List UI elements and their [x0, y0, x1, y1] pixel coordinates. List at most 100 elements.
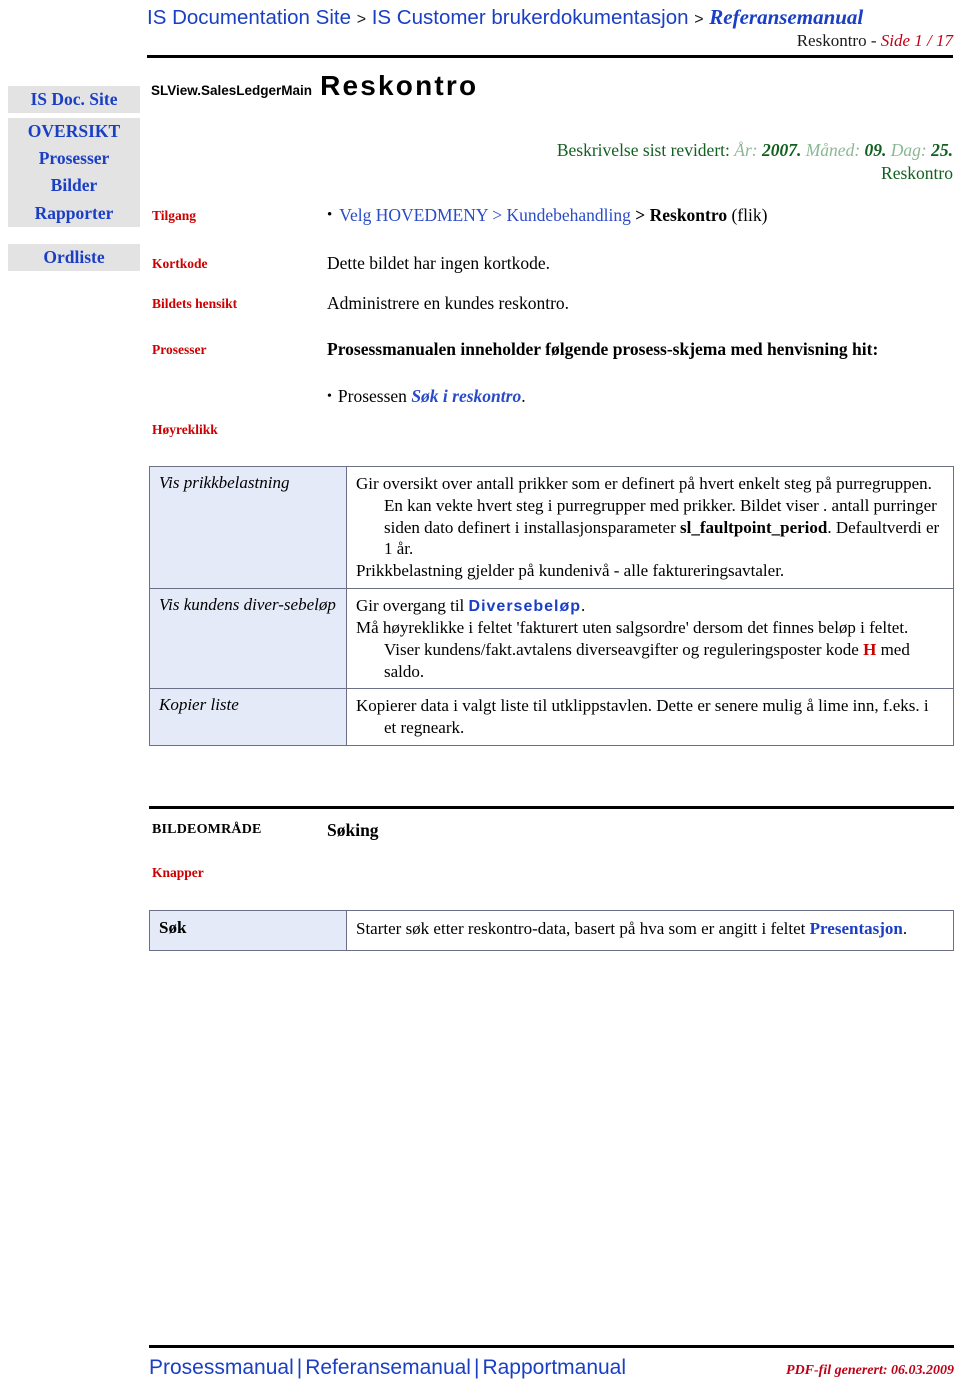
prosesser-item-suffix: . [521, 385, 526, 406]
divers-line2a: Må høyreklikke i feltet 'fakturert uten … [356, 618, 909, 659]
sidebar-item-ordliste[interactable]: Ordliste [8, 243, 140, 271]
tilgang-menu-path[interactable]: Velg HOVEDMENY > Kundebehandling [339, 205, 635, 225]
sidebar-item-rapporter[interactable]: Rapporter [8, 199, 140, 227]
page-title: SLView.SalesLedgerMain Reskontro [151, 70, 478, 102]
info-label-kortkode: Kortkode [152, 256, 208, 271]
tilgang-gt: > [635, 205, 650, 225]
info-label-tilgang: Tilgang [152, 208, 197, 223]
footer-separator-2: | [473, 1356, 480, 1379]
hoyreklikk-table: Vis prikkbelastning Gir oversikt over an… [149, 466, 954, 746]
breadcrumb-item-customer-doc[interactable]: IS Customer brukerdokumentasjon [372, 6, 689, 29]
revision-line: Beskrivelse sist revidert: År: 2007. Mån… [330, 140, 953, 161]
breadcrumb-separator: > [356, 11, 367, 28]
section-divider [149, 806, 954, 809]
breadcrumb: IS Documentation Site > IS Customer bruk… [147, 5, 953, 30]
table-row: Søk Starter søk etter reskontro-data, ba… [149, 909, 954, 952]
knapper-table: Søk Starter søk etter reskontro-data, ba… [149, 909, 954, 952]
info-label-prosesser: Prosesser [152, 342, 207, 357]
footer-divider [149, 1345, 954, 1348]
button-desc-sok: Starter søk etter reskontro-data, basert… [346, 909, 954, 952]
sok-desc-link[interactable]: Presentasjon [810, 919, 903, 938]
sidebar-item-bilder[interactable]: Bilder [8, 172, 140, 200]
sok-desc-paragraph: Starter søk etter reskontro-data, basert… [356, 918, 944, 940]
revision-month-label: Måned: [805, 140, 861, 160]
info-label-bildets-hensikt: Bildets hensikt [152, 296, 238, 311]
bullet-icon-2: • [327, 388, 332, 404]
hoyreklikk-row-desc-prikkbelastning: Gir oversikt over antall prikker som er … [346, 466, 954, 589]
footer-links: Prosessmanual | Referansemanual | Rapportman… [149, 1356, 626, 1380]
table-row: Kopier liste Kopierer data i valgt liste… [149, 688, 954, 746]
info-row-tilgang: Tilgang • Velg HOVEDMENY > Kundebehandlin… [152, 205, 952, 253]
footer-link-referansemanual[interactable]: Referansemanual [305, 1356, 471, 1379]
breadcrumb-separator-2: > [694, 11, 704, 28]
header-page-number: Side 1 / 17 [880, 30, 953, 50]
footer-link-rapportmanual[interactable]: Rapportmanual [482, 1356, 626, 1379]
button-name-sok[interactable]: Søk [149, 909, 347, 952]
prosesser-heading: Prosessmanualen inneholder følgende pros… [327, 339, 879, 359]
hoyreklikk-row-name-diversebelop: Vis kundens diver-sebeløp [149, 587, 347, 690]
footer-pdf-note: PDF-fil generert: 06.03.2009 [786, 1363, 954, 1378]
info-label-hoyreklikk: Høyreklikk [152, 422, 218, 437]
divers-line2: Må høyreklikke i feltet 'fakturert uten … [356, 617, 944, 682]
bullet-icon: • [327, 207, 333, 223]
info-section: Tilgang • Velg HOVEDMENY > Kundebehandlin… [152, 205, 952, 408]
bildeomrade-value: Søking [327, 820, 379, 840]
prikk-desc-line2: Prikkbelastning gjelder på kundenivå - a… [356, 561, 785, 580]
info-value-bildets-hensikt: Administrere en kundes reskontro. [327, 293, 570, 313]
sidebar-item-prosesser[interactable]: Prosesser [8, 145, 140, 173]
hoyreklikk-row-name-kopier-liste: Kopier liste [149, 688, 347, 746]
page-title-code: SLView.SalesLedgerMain [151, 83, 313, 98]
info-value-prosesser: Prosessmanualen inneholder følgende pros… [327, 339, 952, 408]
prosesser-item-prefix: Prosessen [337, 385, 412, 406]
divers-code-h: H [863, 639, 877, 659]
breadcrumb-item-referansemanual[interactable]: Referansemanual [709, 5, 863, 29]
table-row: Vis kundens diver-sebeløp Gir overgang t… [149, 587, 954, 690]
prikk-desc-paragraph: Gir oversikt over antall prikker som er … [356, 473, 944, 560]
info-row-kortkode: Kortkode Dette bildet har ingen kortkode… [152, 253, 952, 293]
document-header: IS Documentation Site > IS Customer bruk… [147, 5, 953, 51]
info-value-kortkode: Dette bildet har ingen kortkode. [327, 253, 551, 273]
divers-line1-suffix: . [581, 595, 586, 615]
bildeomrade-label: BILDEOMRÅDE [152, 822, 262, 837]
sidebar-item-is-doc-site[interactable]: IS Doc. Site [8, 86, 140, 114]
hoyreklikk-row-desc-kopier-liste: Kopierer data i valgt liste til utklipps… [346, 688, 954, 746]
revision-day-value: 25. [931, 140, 953, 160]
page-title-name: Reskontro [320, 70, 479, 101]
sidebar: IS Doc. Site OVERSIKT Prosesser Bilder R… [8, 86, 140, 271]
prosesser-item-link[interactable]: Søk i reskontro [411, 386, 521, 406]
info-row-bildets-hensikt: Bildets hensikt Administrere en kundes r… [152, 293, 952, 339]
header-doc-line: Reskontro - Side 1 / 17 [147, 31, 953, 51]
knapper-label: Knapper [152, 865, 204, 880]
tilgang-suffix: (flik) [727, 205, 768, 225]
document-footer: Prosessmanual | Referansemanual | Rapportman… [149, 1356, 954, 1380]
revision-prefix: Beskrivelse sist revidert: [556, 140, 730, 160]
header-doc-name: Reskontro [796, 30, 867, 50]
divers-line1-link[interactable]: Diversebeløp [469, 598, 581, 615]
footer-separator-1: | [296, 1356, 303, 1379]
sidebar-item-oversikt[interactable]: OVERSIKT [8, 118, 140, 146]
info-row-prosesser: Prosesser Prosessmanualen inneholder føl… [152, 339, 952, 408]
header-divider [147, 55, 953, 58]
revision-subject: Reskontro [881, 163, 953, 183]
info-value-tilgang: • Velg HOVEDMENY > Kundebehandling > Resk… [327, 205, 952, 227]
divers-line1-prefix: Gir overgang til [356, 595, 469, 615]
revision-year-value: 2007. [761, 140, 802, 160]
prikk-param-name: sl_faultpoint_period [680, 517, 828, 537]
header-dash: - [866, 30, 881, 50]
hoyreklikk-row-desc-diversebelop: Gir overgang til Diversebeløp. Må høyrek… [346, 587, 954, 690]
kopier-desc: Kopierer data i valgt liste til utklipps… [356, 696, 929, 738]
revision-month-value: 09. [864, 140, 887, 160]
divers-line1: Gir overgang til Diversebeløp. [356, 595, 944, 617]
table-row: Vis prikkbelastning Gir oversikt over an… [149, 466, 954, 589]
footer-link-prosessmanual[interactable]: Prosessmanual [149, 1356, 294, 1379]
sidebar-gap-2 [8, 227, 140, 244]
revision-day-label: Dag: [890, 140, 927, 160]
sok-desc-suffix: . [902, 919, 908, 938]
hoyreklikk-row-name-prikkbelastning: Vis prikkbelastning [149, 466, 347, 589]
tilgang-tab-name: Reskontro [649, 205, 728, 225]
sok-desc-prefix: Starter søk etter reskontro-data, basert… [356, 919, 810, 938]
tilgang-bullet-line: • Velg HOVEDMENY > Kundebehandling > Resk… [327, 205, 952, 227]
prosesser-list-item: • Prosessen Søk i reskontro. [327, 386, 952, 408]
breadcrumb-item-site[interactable]: IS Documentation Site [147, 6, 351, 29]
revision-year-label: År: [734, 140, 758, 160]
